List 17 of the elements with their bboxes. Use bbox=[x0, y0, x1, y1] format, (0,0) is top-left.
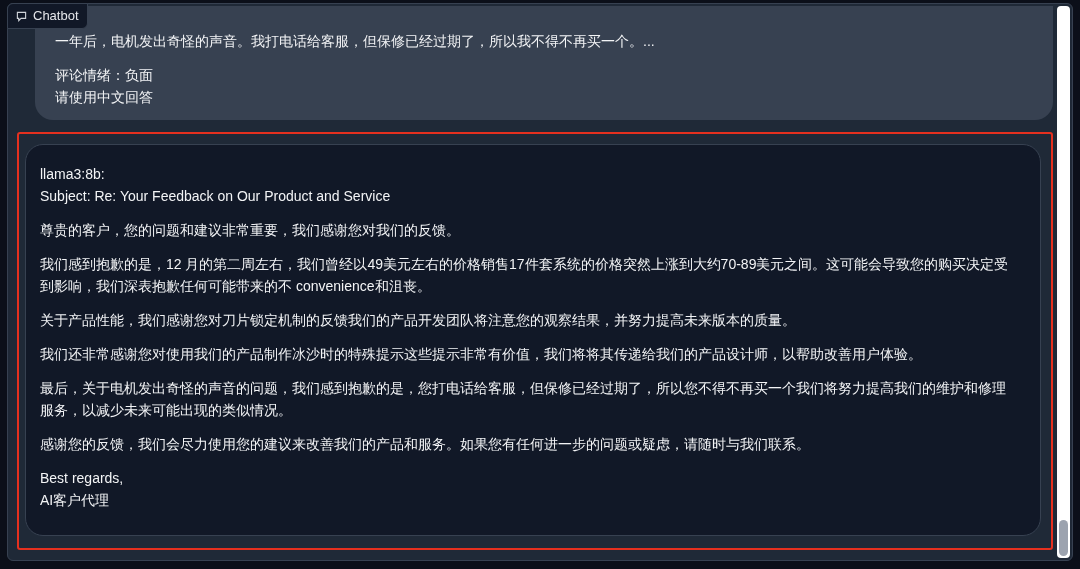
scrollbar-thumb[interactable] bbox=[1059, 520, 1068, 556]
scrollbar[interactable] bbox=[1057, 6, 1070, 558]
message-text: AI客户代理 bbox=[40, 491, 111, 510]
chat-icon bbox=[16, 10, 27, 22]
message-text: llama3:8b: bbox=[40, 165, 106, 184]
message-text: Subject: Re: Your Feedback on Our Product and Service bbox=[40, 187, 392, 206]
message-text: 评论情绪：负面 bbox=[55, 66, 154, 85]
message-text: 尊贵的客户，您的问题和建议非常重要，我们感谢您对我们的反馈。 bbox=[40, 221, 461, 240]
panel-title: Chatbot bbox=[33, 7, 79, 26]
message-text: 最后，关于电机发出奇怪的声音的问题，我们感到抱歉的是，您打电话给客服，但保修已经过期了，所以您不得不再买一个我们将努力提高我们的维护和修理服务，以减少未来可能出现的类似情况。 bbox=[40, 379, 1007, 420]
message-text: 感谢您的反馈，我们会尽力使用您的建议来改善我们的产品和服务。如果您有任何进一步的问题或疑虑，请随时与我们联系。 bbox=[40, 435, 811, 454]
message-text: 我们感到抱歉的是，12 月的第二周左右，我们曾经以49美元左右的价格销售17件套系统的价格突然上涨到大约70-89美元之间。这可能会导致您的购买决定受到影响，我们深表抱歉任何可能带来的不 convenience和沮丧。 bbox=[40, 255, 1010, 296]
message-text: Best regards, bbox=[40, 469, 125, 488]
message-text: 请使用中文回答 bbox=[55, 88, 154, 107]
message-text: 一年后，电机发出奇怪的声音。我打电话给客服，但保修已经过期了，所以我不得不再买一个。... bbox=[55, 32, 656, 51]
message-text: 我们还非常感谢您对使用我们的产品制作冰沙时的特殊提示这些提示非常有价值，我们将将其传递给我们的产品设计师，以帮助改善用户体验。 bbox=[40, 345, 923, 364]
message-text: 关于产品性能，我们感谢您对刀片锁定机制的反馈我们的产品开发团队将注意您的观察结果，并努力提高未来版本的质量。 bbox=[40, 311, 797, 330]
